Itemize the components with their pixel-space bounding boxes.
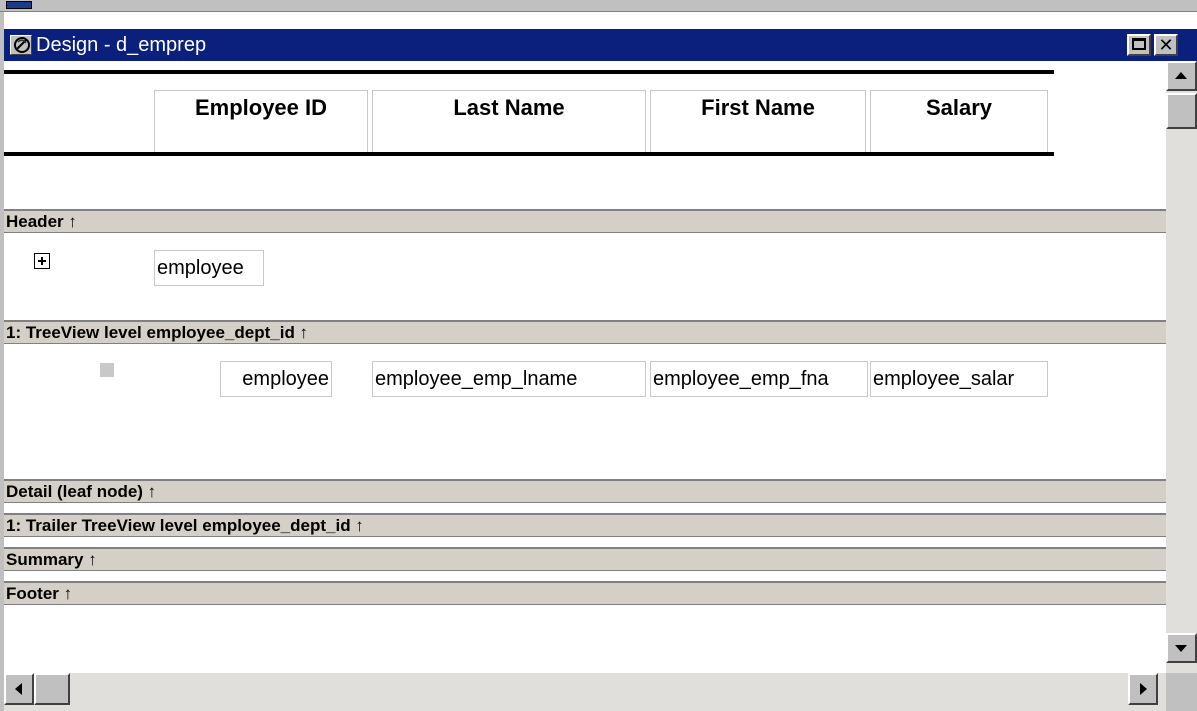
vertical-scroll-thumb[interactable] bbox=[1166, 93, 1197, 129]
band-treeview-level[interactable]: 1: TreeView level employee_dept_id ↑ bbox=[4, 320, 1166, 344]
band-header[interactable]: Header ↑ bbox=[4, 209, 1166, 233]
header-bottom-line bbox=[4, 152, 1054, 156]
column-header-employee-id[interactable]: Employee ID bbox=[154, 90, 368, 152]
arrow-left-icon bbox=[15, 683, 22, 695]
field-emp-lname[interactable]: employee_emp_lname bbox=[372, 361, 646, 397]
column-header-last-name[interactable]: Last Name bbox=[372, 90, 646, 152]
arrow-down-icon bbox=[1175, 645, 1187, 652]
datawindow-design-icon[interactable] bbox=[10, 35, 32, 55]
scroll-left-button[interactable] bbox=[4, 673, 34, 705]
band-summary[interactable]: Summary ↑ bbox=[4, 547, 1166, 571]
horizontal-scrollbar[interactable] bbox=[4, 673, 1166, 711]
horizontal-scroll-thumb[interactable] bbox=[34, 673, 70, 705]
scrollbar-corner bbox=[1166, 673, 1197, 711]
vertical-scrollbar[interactable] bbox=[1166, 61, 1197, 673]
header-top-line bbox=[4, 70, 1054, 74]
minimized-window-icon[interactable] bbox=[6, 1, 32, 9]
arrow-right-icon bbox=[1140, 683, 1147, 695]
field-header-employee[interactable]: employee bbox=[154, 250, 264, 286]
close-button[interactable]: ✕ bbox=[1154, 34, 1178, 56]
field-salary[interactable]: employee_salar bbox=[870, 361, 1048, 397]
band-trailer[interactable]: 1: Trailer TreeView level employee_dept_… bbox=[4, 513, 1166, 537]
band-detail[interactable]: Detail (leaf node) ↑ bbox=[4, 479, 1166, 503]
window-left-edge bbox=[0, 12, 4, 711]
scroll-down-button[interactable] bbox=[1166, 633, 1197, 663]
arrow-up-icon bbox=[1175, 72, 1187, 79]
maximize-button[interactable] bbox=[1127, 34, 1151, 56]
band-footer[interactable]: Footer ↑ bbox=[4, 581, 1166, 605]
column-header-salary[interactable]: Salary bbox=[870, 90, 1048, 152]
scroll-up-button[interactable] bbox=[1166, 61, 1197, 91]
field-emp-fname[interactable]: employee_emp_fna bbox=[650, 361, 868, 397]
column-header-first-name[interactable]: First Name bbox=[650, 90, 866, 152]
maximize-icon bbox=[1132, 38, 1146, 50]
window-title: Design - d_emprep bbox=[36, 34, 207, 56]
outer-frame-top bbox=[0, 0, 1197, 12]
leaf-node-icon bbox=[100, 363, 114, 377]
plus-expand-icon[interactable] bbox=[34, 253, 50, 269]
field-level-employee[interactable]: employee bbox=[220, 361, 332, 397]
scroll-right-button[interactable] bbox=[1128, 673, 1158, 705]
